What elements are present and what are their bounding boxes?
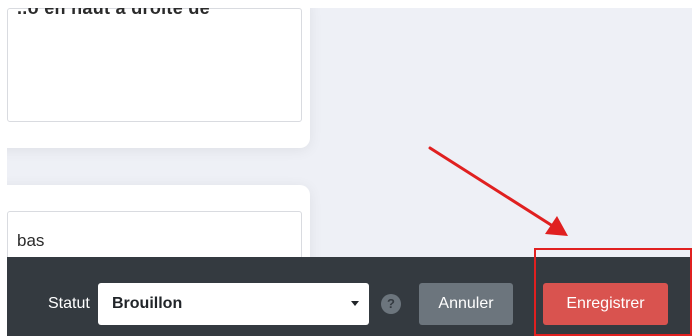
editor-canvas: ..o en haut à droite de bas Statut Broui…	[7, 8, 692, 336]
annotation-arrow-icon	[428, 146, 568, 236]
